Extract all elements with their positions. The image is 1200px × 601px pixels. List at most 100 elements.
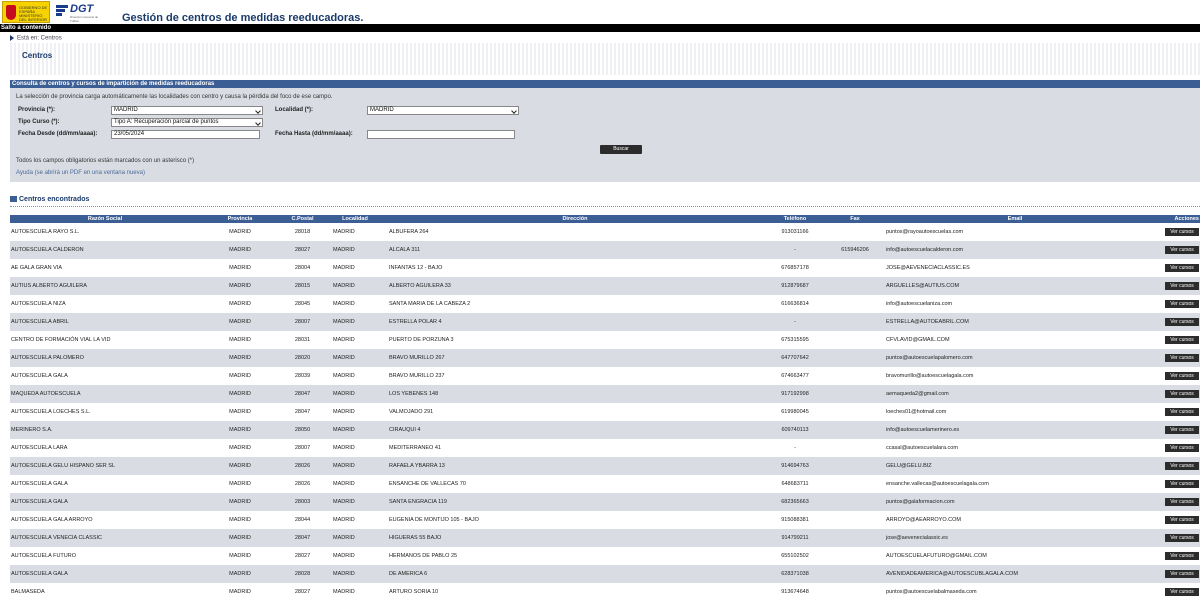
ver-cursos-button[interactable]: Ver cursos: [1165, 552, 1199, 560]
col-header[interactable]: C.Postal: [280, 215, 325, 223]
actions-cell: Ver cursos: [1145, 565, 1200, 583]
ver-cursos-button[interactable]: Ver cursos: [1165, 462, 1199, 470]
telefono-cell: 675315595: [781, 337, 809, 343]
email-cell: puntos@autoescuelapalomero.com: [885, 349, 1145, 367]
telefono-cell: 682365663: [765, 493, 825, 511]
provincia-cell: MADRID: [229, 445, 251, 451]
fax-cell: [825, 313, 885, 331]
fecha-hasta-label: Fecha Hasta (dd/mm/aaaa):: [275, 131, 353, 137]
ver-cursos-button[interactable]: Ver cursos: [1165, 336, 1199, 344]
provincia-cell: MADRID: [229, 337, 251, 343]
ver-cursos-button[interactable]: Ver cursos: [1165, 354, 1199, 362]
table-row: CENTRO DE FORMACIÓN VIAL LA VID MADRID 280…: [10, 331, 1200, 349]
actions-cell: Ver cursos: [1145, 493, 1200, 511]
ver-cursos-button[interactable]: Ver cursos: [1165, 264, 1199, 272]
tipo-curso-select[interactable]: Tipo A: Recuperación parcial de puntos: [111, 118, 263, 127]
col-header[interactable]: Dirección: [385, 215, 765, 223]
cpostal-cell: 28039: [294, 373, 311, 379]
razon-social-cell: AUTOESCUELA NIZA: [11, 301, 66, 307]
ver-cursos-button[interactable]: Ver cursos: [1165, 228, 1199, 236]
provincia-select[interactable]: MADRID: [111, 106, 263, 115]
provincia-cell: MADRID: [200, 313, 280, 331]
localidad-cell: MADRID: [333, 337, 355, 343]
help-link[interactable]: Ayuda (se abrirá un PDF en una ventana n…: [16, 170, 145, 176]
table-row: AE GALA GRAN VIA MADRID 28004 MADRID INFANTA…: [10, 259, 1200, 277]
localidad-select[interactable]: MADRID: [367, 106, 519, 115]
table-row: AUTOESCUELA GELU HISPANO SER SL MADRID 280…: [10, 457, 1200, 475]
provincia-cell: MADRID: [200, 565, 280, 583]
fax-cell: [825, 475, 885, 493]
email-cell: bravomurillo@autoescuelagala.com: [886, 373, 974, 379]
table-row: AUTOESCUELA GALA ARROYO MADRID 28044 MADRID…: [10, 511, 1200, 529]
dgt-logo[interactable]: DGT Dirección General de Tráfico: [56, 2, 100, 23]
telefono-cell: 913031166: [781, 229, 809, 235]
table-row: AUTOESCUELA GALA MADRID 28026 MADRID ENSANCH…: [10, 475, 1200, 493]
fecha-hasta-input[interactable]: [367, 130, 515, 139]
localidad-cell: MADRID: [333, 301, 355, 307]
ver-cursos-button[interactable]: Ver cursos: [1165, 318, 1199, 326]
col-header[interactable]: Razón Social: [10, 215, 200, 223]
table-row: MERINERO S.A. MADRID 28050 MADRID CIRAUQUI 4…: [10, 421, 1200, 439]
razon-social-cell: AUTOESCUELA CALDERON: [10, 241, 200, 259]
table-row: AUTOESCUELA GALA MADRID 28039 MADRID BRAVO M…: [10, 367, 1200, 385]
direccion-cell: ALBUFERA 264: [389, 229, 429, 235]
localidad-cell: MADRID: [325, 421, 385, 439]
fax-cell: [825, 277, 885, 295]
ver-cursos-button[interactable]: Ver cursos: [1165, 390, 1199, 398]
col-header[interactable]: Acciones: [1145, 215, 1200, 223]
buscar-button[interactable]: Buscar: [600, 145, 642, 154]
ver-cursos-button[interactable]: Ver cursos: [1165, 426, 1199, 434]
telefono-cell: 917192998: [765, 385, 825, 403]
provincia-cell: MADRID: [229, 265, 251, 271]
email-cell: jose@aevenecialassic.es: [885, 529, 1145, 547]
ver-cursos-button[interactable]: Ver cursos: [1165, 444, 1199, 452]
ver-cursos-button[interactable]: Ver cursos: [1165, 534, 1199, 542]
results-table: Razón Social Provincia C.Postal Localida…: [10, 215, 1200, 601]
ver-cursos-button[interactable]: Ver cursos: [1165, 480, 1199, 488]
col-header[interactable]: Provincia: [200, 215, 280, 223]
actions-cell: Ver cursos: [1145, 385, 1200, 403]
razon-social-cell: AUTOESCUELA GALA: [11, 481, 68, 487]
telefono-cell: 915088381: [781, 517, 809, 523]
email-cell: aemaqueda2@gmail.com: [885, 385, 1145, 403]
ver-cursos-button[interactable]: Ver cursos: [1165, 372, 1199, 380]
app-title: Gestión de centros de medidas reeducador…: [122, 12, 364, 24]
dgt-mark-icon: [56, 5, 68, 16]
direccion-cell: LOS YEBENES 148: [385, 385, 765, 403]
col-header[interactable]: Fax: [825, 215, 885, 223]
col-header[interactable]: Teléfono: [765, 215, 825, 223]
ver-cursos-button[interactable]: Ver cursos: [1165, 408, 1199, 416]
actions-cell: Ver cursos: [1145, 439, 1200, 457]
ver-cursos-button[interactable]: Ver cursos: [1165, 282, 1199, 290]
razon-social-cell: AUTOESCUELA GALA: [11, 373, 68, 379]
provincia-cell: MADRID: [200, 349, 280, 367]
cpostal-cell: 28003: [280, 493, 325, 511]
telefono-cell: 609740113: [765, 421, 825, 439]
email-cell: puntos@rayoautoescuelas.com: [886, 229, 964, 235]
ver-cursos-button[interactable]: Ver cursos: [1165, 246, 1199, 254]
col-header[interactable]: Email: [885, 215, 1145, 223]
ver-cursos-button[interactable]: Ver cursos: [1165, 570, 1199, 578]
cpostal-cell: 28027: [294, 589, 311, 595]
skip-to-content-link[interactable]: Salto a contenido: [1, 24, 51, 32]
ver-cursos-button[interactable]: Ver cursos: [1165, 516, 1199, 524]
provincia-cell: MADRID: [200, 457, 280, 475]
localidad-cell: MADRID: [333, 445, 355, 451]
localidad-cell: MADRID: [333, 409, 355, 415]
email-cell: CFVLAVID@GMAIL.COM: [886, 337, 950, 343]
table-row: AUTOESCUELA NIZA MADRID 28045 MADRID SANTA M…: [10, 295, 1200, 313]
col-header[interactable]: Localidad: [325, 215, 385, 223]
chevron-down-icon: [255, 108, 261, 114]
provincia-cell: MADRID: [229, 589, 251, 595]
results-title: Centros encontrados: [19, 196, 90, 203]
fecha-desde-input[interactable]: 23/05/2024: [111, 130, 260, 139]
direccion-cell: INFANTAS 12 - BAJO: [389, 265, 443, 271]
gobierno-logo[interactable]: GOBIERNO DE ESPAÑA MINISTERIO DEL INTERI…: [2, 1, 50, 23]
ver-cursos-button[interactable]: Ver cursos: [1165, 498, 1199, 506]
list-icon: [10, 196, 17, 203]
ver-cursos-button[interactable]: Ver cursos: [1165, 588, 1199, 596]
ver-cursos-button[interactable]: Ver cursos: [1165, 300, 1199, 308]
dgt-logo-sub: Dirección General de Tráfico: [70, 15, 99, 23]
fax-cell: [825, 529, 885, 547]
table-row: AUTOESCUELA VENECIA CLASSIC MADRID 28047 MA…: [10, 529, 1200, 547]
